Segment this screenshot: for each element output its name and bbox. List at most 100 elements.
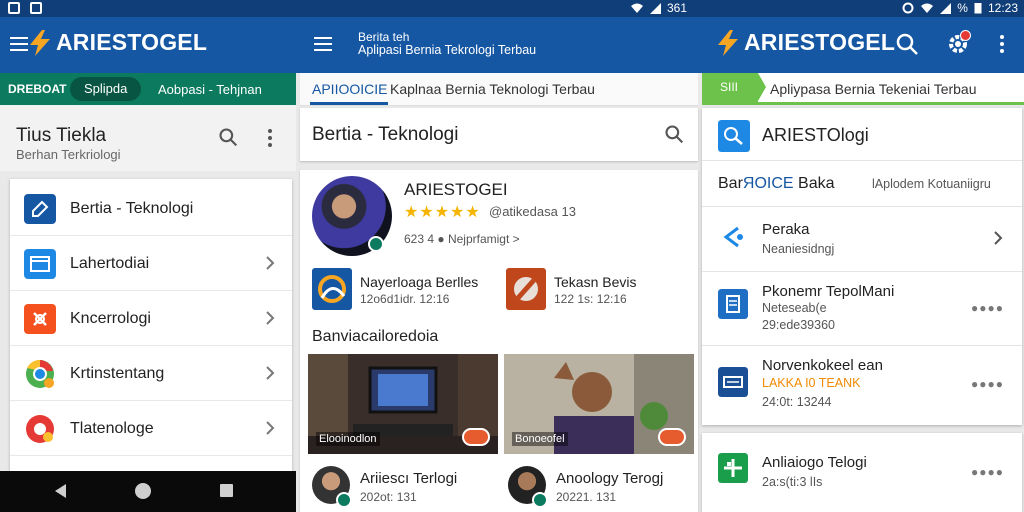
wifi-icon [631, 3, 643, 13]
menu-item-tlatenologe[interactable]: Tlatenologe [10, 401, 292, 456]
status-time: 12:23 [987, 1, 1018, 15]
panel2-search-header: Bertia - Teknologi [300, 108, 698, 161]
sync-icon [902, 2, 914, 14]
menu-icon-center[interactable] [314, 37, 332, 51]
panel2-tab-bar: APIIOOICIE Kaplnaa Bernia Teknologi Terb… [300, 73, 698, 106]
edit-icon [24, 194, 56, 224]
tab-0[interactable]: APIIOOICIE [312, 81, 387, 97]
recents-icon[interactable] [220, 484, 233, 497]
search-icon[interactable] [895, 32, 919, 56]
more-vertical-icon[interactable] [262, 127, 278, 149]
chip-0[interactable]: SIII [702, 73, 766, 102]
back-icon[interactable] [55, 484, 66, 498]
verified-icon [336, 492, 352, 508]
more-options-icon[interactable]: ●●●● [971, 301, 1004, 315]
signal-icon [650, 2, 661, 14]
tab-1[interactable]: Kaplnaa Bernia Teknologi Terbau [390, 81, 595, 97]
grid-plus-icon [718, 453, 748, 483]
panel1-header: Tius Tiekla Berhan Terkriologi [0, 105, 296, 171]
center-header: Berita teh Aplipasi Bernia Tekrologi Ter… [358, 31, 536, 57]
chip-0[interactable]: DREBOAT [8, 82, 66, 96]
app-logo[interactable]: ARIESTOGEL [28, 29, 207, 56]
panel3-title: ARIESTOlogi [762, 125, 869, 145]
chrome-icon [26, 359, 54, 388]
article-thumbnail [506, 268, 546, 310]
brand-icon[interactable] [718, 120, 750, 152]
notification-badge [960, 30, 971, 41]
divider [702, 271, 1022, 272]
bolt-icon [718, 29, 738, 56]
video-author[interactable]: Anoology Terogj 20221. 131 [508, 464, 688, 510]
more-options-icon[interactable]: ●●●● [971, 377, 1004, 391]
more-vertical-icon[interactable] [990, 32, 1014, 56]
panel2-content-card: ARIESTOGEI ★★★★★ @atikedasa 13 623 4 ● N… [300, 170, 698, 512]
wifi-icon [921, 3, 934, 13]
chevron-right-icon [266, 311, 275, 325]
menu-item-kncerrologi[interactable]: Kncerrologi [10, 291, 292, 346]
battery-percent: % [957, 1, 968, 15]
menu-item-berita-teknologi[interactable]: Bertia - Teknologi [10, 181, 292, 236]
chevron-right-icon [266, 256, 275, 270]
panel3-chip-bar: SIII Apliypasa Bernia Tekeniai Terbau [702, 73, 1024, 105]
chip-2[interactable]: Aobpasi - Tehjnan [158, 82, 262, 97]
panel3-card: ARIESTOlogi BarЯOICE Baka lAplodem Kotua… [702, 108, 1022, 425]
record-icon [26, 415, 54, 443]
video-thumbnail[interactable]: Elooinodlon [308, 354, 498, 454]
tools-icon [24, 304, 56, 334]
divider [702, 206, 1022, 207]
more-options-icon[interactable]: ●●●● [971, 465, 1004, 479]
chip-1[interactable]: Apliypasa Bernia Tekeniai Terbau [770, 81, 977, 97]
profile-name: ARIESTOGEI [404, 180, 508, 199]
battery-icon [974, 3, 982, 14]
panel1-chip-bar: DREBOAT Splipda Aobpasi - Tehjnan [0, 73, 296, 105]
image-icon [30, 2, 42, 14]
panel1-menu-card: Bertia - Teknologi Lahertodiai Kncerrolo… [10, 179, 292, 471]
notification-icon [8, 2, 20, 14]
chip-1[interactable]: Splipda [70, 77, 142, 101]
panel3-subtitle-right: lAplodem Kotuaniigru [872, 177, 991, 191]
live-badge [658, 428, 686, 446]
video-thumbnail[interactable]: Bonoeofel [504, 354, 694, 454]
profile-handle: @atikedasa 13 [489, 204, 576, 219]
profile-stats-link[interactable]: 623 4 ● Nejprfamigt > [404, 232, 520, 246]
chevron-right-icon [266, 421, 275, 435]
app-bar: ARIESTOGEL Berita teh Aplipasi Bernia Te… [0, 17, 1024, 73]
live-badge [462, 428, 490, 446]
rating-stars: ★★★★★ [404, 204, 481, 221]
panel1-title: Tius Tiekla [16, 125, 107, 146]
list-item[interactable]: Tekasn Bevis 122 1s: 12:16 [506, 268, 686, 314]
panel1-subtitle: Berhan Terkriologi [16, 147, 121, 162]
home-icon[interactable] [135, 483, 151, 499]
divider [702, 345, 1022, 346]
chevron-right-icon [266, 366, 275, 380]
search-icon[interactable] [664, 124, 684, 144]
app-logo-right[interactable]: ARIESTOGEL [716, 29, 895, 56]
link-icon [723, 226, 743, 248]
divider [702, 160, 1022, 161]
chevron-right-icon [994, 231, 1003, 245]
panel2-title: Bertia - Teknologi [312, 124, 459, 145]
document-icon [718, 289, 748, 319]
verified-icon [368, 236, 384, 252]
article-thumbnail [312, 268, 352, 310]
panel3-subtitle-left: BarЯOICE Baka [718, 175, 835, 192]
status-mid-text: 361 [667, 1, 688, 15]
window-icon [24, 249, 56, 279]
notifications-button[interactable] [946, 30, 971, 56]
menu-icon[interactable] [10, 37, 28, 51]
verified-icon [532, 492, 548, 508]
android-nav-bar [0, 471, 296, 512]
search-icon[interactable] [218, 127, 238, 147]
media-icon [718, 367, 748, 397]
menu-item-krtinstentang[interactable]: Krtinstentang [10, 346, 292, 401]
panel3-card-2: Anliaiogo Telogi 2a:s(ti:3 lIs ●●●● [702, 433, 1022, 512]
signal-icon [940, 2, 952, 14]
section-title: Banviacailoredoia [312, 328, 439, 345]
center-header-line2: Aplipasi Bernia Tekrologi Terbau [358, 43, 537, 57]
video-author[interactable]: Ariiescı Terlogi 202ot: 131 [312, 464, 492, 510]
active-tab-indicator [310, 102, 388, 105]
list-item[interactable]: Nayerloaga Berlles 12o6d1idr. 12:16 [312, 268, 492, 314]
menu-item-lahertodiai[interactable]: Lahertodiai [10, 236, 292, 291]
bolt-icon [30, 29, 50, 56]
status-bar: 361 % 12:23 [0, 0, 1024, 17]
